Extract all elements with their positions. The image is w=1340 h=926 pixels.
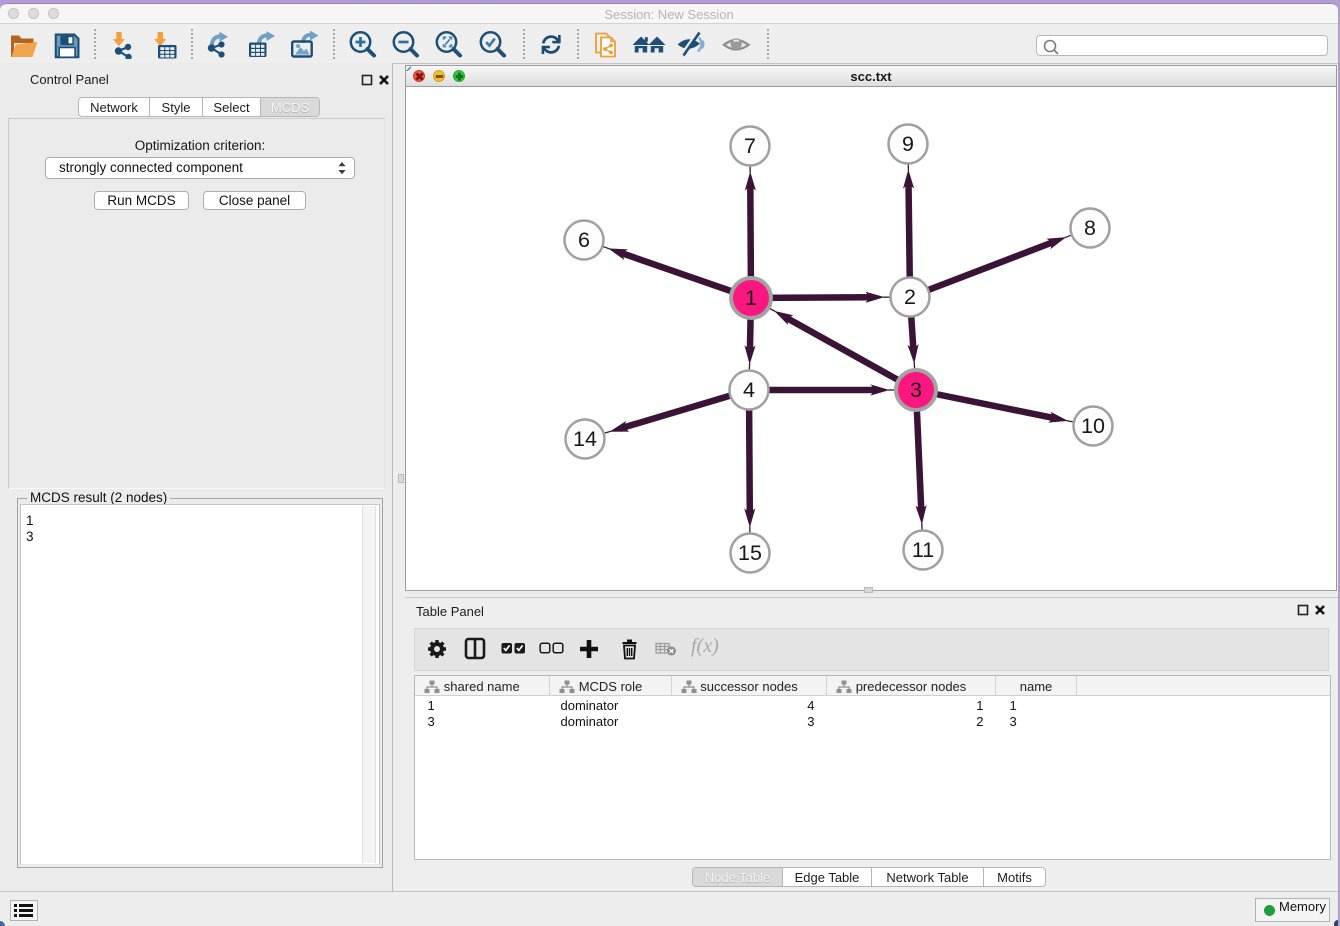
svg-text:14: 14: [573, 427, 597, 451]
svg-text:7: 7: [744, 134, 756, 158]
svg-text:9: 9: [902, 132, 914, 156]
svg-text:10: 10: [1081, 414, 1105, 438]
svg-text:6: 6: [578, 228, 590, 252]
svg-text:8: 8: [1084, 216, 1096, 240]
svg-text:3: 3: [910, 378, 922, 402]
svg-text:11: 11: [912, 538, 934, 562]
svg-text:15: 15: [738, 541, 762, 565]
svg-text:2: 2: [904, 285, 916, 309]
svg-text:1: 1: [745, 286, 757, 310]
svg-text:4: 4: [743, 378, 755, 402]
